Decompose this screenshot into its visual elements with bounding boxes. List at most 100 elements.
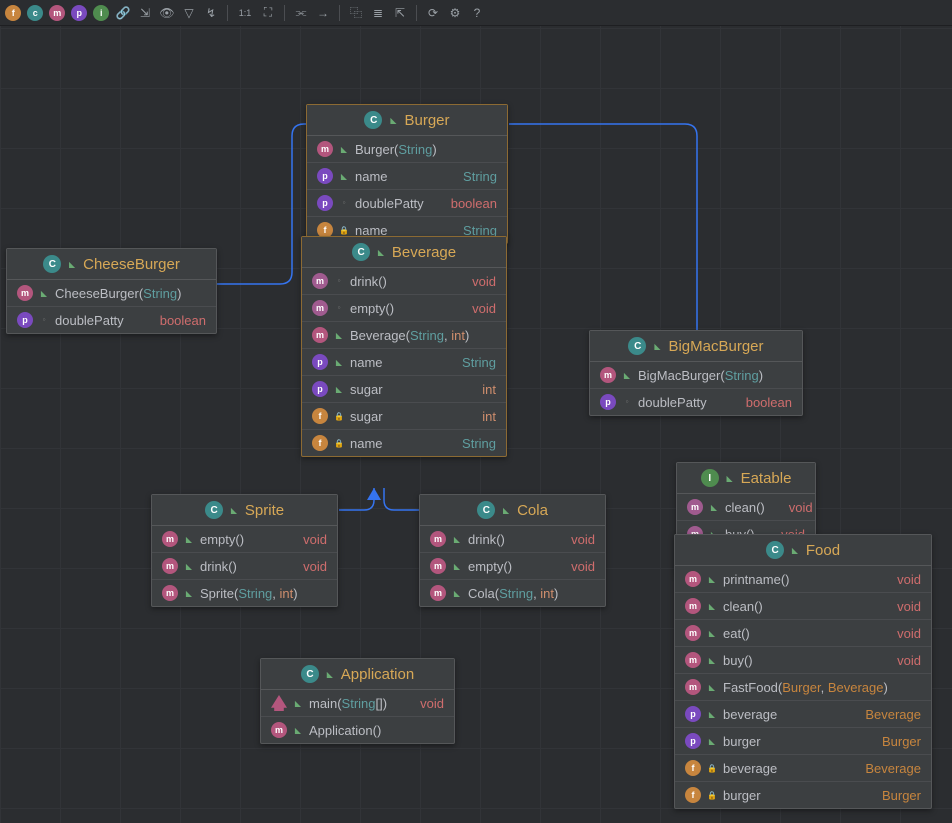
member-row[interactable]: ◣main(String[])void	[261, 690, 454, 717]
return-type: Burger	[864, 734, 921, 749]
p-badge-icon: p	[600, 394, 616, 410]
toolbar-collapse-icon[interactable]: ⇲	[136, 4, 154, 22]
p-badge-icon: p	[317, 195, 333, 211]
toolbar-refresh-icon[interactable]: ⟳	[424, 4, 442, 22]
member-row[interactable]: m○empty()void	[302, 295, 506, 322]
modifier-icon: 🔒	[334, 411, 344, 421]
member-row[interactable]: m○drink()void	[302, 268, 506, 295]
visibility-icon: ◣	[388, 115, 398, 125]
class-icon: C	[352, 243, 370, 261]
member-row[interactable]: m◣printname()void	[675, 566, 931, 593]
return-type: int	[464, 409, 496, 424]
class-header[interactable]: C ◣ Food	[675, 535, 931, 566]
abstract-method-icon: m	[312, 300, 328, 316]
toolbar-export-icon[interactable]: ⇱	[391, 4, 409, 22]
toolbar-fork-icon[interactable]: ⫘	[292, 4, 310, 22]
member-row[interactable]: p◣burgerBurger	[675, 728, 931, 755]
class-CheeseBurger[interactable]: C ◣ CheeseBurgerm◣CheeseBurger(String)p○…	[6, 248, 217, 334]
member-row[interactable]: f🔒burgerBurger	[675, 782, 931, 808]
toolbar-route-icon[interactable]: ↯	[202, 4, 220, 22]
class-FastFood[interactable]: C ◣ Foodm◣printname()voidm◣clean()voidm◣…	[674, 534, 932, 809]
toolbar-pill-i[interactable]: i	[92, 4, 110, 22]
class-Cola[interactable]: C ◣ Colam◣drink()voidm◣empty()voidm◣Cola…	[419, 494, 606, 607]
member-row[interactable]: m◣drink()void	[152, 553, 337, 580]
member-row[interactable]: f🔒sugarint	[302, 403, 506, 430]
class-title: CheeseBurger	[83, 256, 180, 273]
toolbar-1:1-icon[interactable]: 1:1	[235, 4, 255, 22]
member-row[interactable]: m◣BigMacBurger(String)	[590, 362, 802, 389]
return-type: void	[553, 559, 595, 574]
modifier-icon: ◣	[334, 357, 344, 367]
toolbar-filter-icon[interactable]: ▽	[180, 4, 198, 22]
class-header[interactable]: C ◣ CheeseBurger	[7, 249, 216, 280]
return-type: boolean	[142, 313, 206, 328]
member-row[interactable]: m◣Application()	[261, 717, 454, 743]
member-row[interactable]: p◣nameString	[307, 163, 507, 190]
class-Burger[interactable]: C ◣ Burgerm◣Burger(String)p◣nameStringp○…	[306, 104, 508, 244]
member-row[interactable]: p◣sugarint	[302, 376, 506, 403]
toolbar-link-icon[interactable]: 🔗	[114, 4, 132, 22]
member-row[interactable]: m◣clean()void	[677, 494, 815, 521]
member-row[interactable]: m◣buy()void	[675, 647, 931, 674]
class-header[interactable]: I ◣ Eatable	[677, 463, 815, 494]
member-row[interactable]: m◣drink()void	[420, 526, 605, 553]
class-Beverage[interactable]: C ◣ Beveragem○drink()voidm○empty()voidm◣…	[301, 236, 507, 457]
modifier-icon: ◣	[184, 561, 194, 571]
member-row[interactable]: m◣empty()void	[420, 553, 605, 580]
return-type: String	[444, 355, 496, 370]
toolbar-pill-c[interactable]: c	[26, 4, 44, 22]
class-BigMacBurger[interactable]: C ◣ BigMacBurgerm◣BigMacBurger(String) p ○…	[589, 330, 803, 416]
toolbar-pill-p[interactable]: p	[70, 4, 88, 22]
class-header[interactable]: C ◣ BigMacBurger	[590, 331, 802, 362]
toolbar-eye-icon[interactable]: 👁	[158, 4, 176, 22]
member-row[interactable]: p◣nameString	[302, 349, 506, 376]
class-Sprite[interactable]: C ◣ Spritem◣empty()voidm◣drink()voidm◣Sp…	[151, 494, 338, 607]
member-name: printname()	[723, 572, 789, 587]
return-type: void	[454, 274, 496, 289]
modifier-icon: 🔒	[339, 225, 349, 235]
f-badge-icon: f	[312, 435, 328, 451]
member-row[interactable]: f🔒beverageBeverage	[675, 755, 931, 782]
abstract-method-icon: m	[312, 273, 328, 289]
member-name: sugar	[350, 382, 383, 397]
member-row[interactable]: p◣beverageBeverage	[675, 701, 931, 728]
toolbar-fit-icon[interactable]: ⛶	[259, 4, 277, 22]
member-row[interactable]: m◣eat()void	[675, 620, 931, 647]
member-row[interactable]: m◣empty()void	[152, 526, 337, 553]
class-header[interactable]: C ◣ Application	[261, 659, 454, 690]
p-badge-icon: p	[317, 168, 333, 184]
member-name: doublePatty	[638, 395, 707, 410]
class-header[interactable]: C ◣ Cola	[420, 495, 605, 526]
modifier-icon: ○	[622, 397, 632, 407]
p-badge-icon: p	[685, 706, 701, 722]
member-row[interactable]: m◣CheeseBurger(String)	[7, 280, 216, 307]
member-row[interactable]: p○doublePattyboolean	[307, 190, 507, 217]
toolbar-goto-icon[interactable]: →	[314, 4, 332, 22]
member-name: drink()	[350, 274, 387, 289]
class-header[interactable]: C ◣ Beverage	[302, 237, 506, 268]
member-row[interactable]: p○doublePattyboolean	[7, 307, 216, 333]
member-row[interactable]: m◣Burger(String)	[307, 136, 507, 163]
toolbar-settings-icon[interactable]: ⚙	[446, 4, 464, 22]
class-header[interactable]: C ◣ Burger	[307, 105, 507, 136]
toolbar-pill-f[interactable]: f	[4, 4, 22, 22]
member-row[interactable]: p○doublePattyboolean	[590, 389, 802, 415]
p-badge-icon: p	[312, 381, 328, 397]
member-row[interactable]: f🔒nameString	[302, 430, 506, 456]
member-row[interactable]: m◣Sprite(String, int)	[152, 580, 337, 606]
toolbar-separator	[284, 5, 285, 21]
modifier-icon: ◣	[452, 561, 462, 571]
member-row[interactable]: m◣Cola(String, int)	[420, 580, 605, 606]
member-row[interactable]: m◣clean()void	[675, 593, 931, 620]
toolbar-help-icon[interactable]: ?	[468, 4, 486, 22]
toolbar-pill-m[interactable]: m	[48, 4, 66, 22]
member-row[interactable]: m◣Beverage(String, int)	[302, 322, 506, 349]
class-Application[interactable]: C ◣ Application◣main(String[])voidm◣Appl…	[260, 658, 455, 744]
diagram-canvas[interactable]: C ◣ Burgerm◣Burger(String)p◣nameStringp○…	[0, 26, 952, 823]
toolbar-list-icon[interactable]: ≣	[369, 4, 387, 22]
member-row[interactable]: m◣FastFood(Burger, Beverage)	[675, 674, 931, 701]
toolbar-separator	[416, 5, 417, 21]
visibility-icon: ◣	[229, 505, 239, 515]
class-header[interactable]: C ◣ Sprite	[152, 495, 337, 526]
toolbar-copy-icon[interactable]: ⿻	[347, 4, 365, 22]
